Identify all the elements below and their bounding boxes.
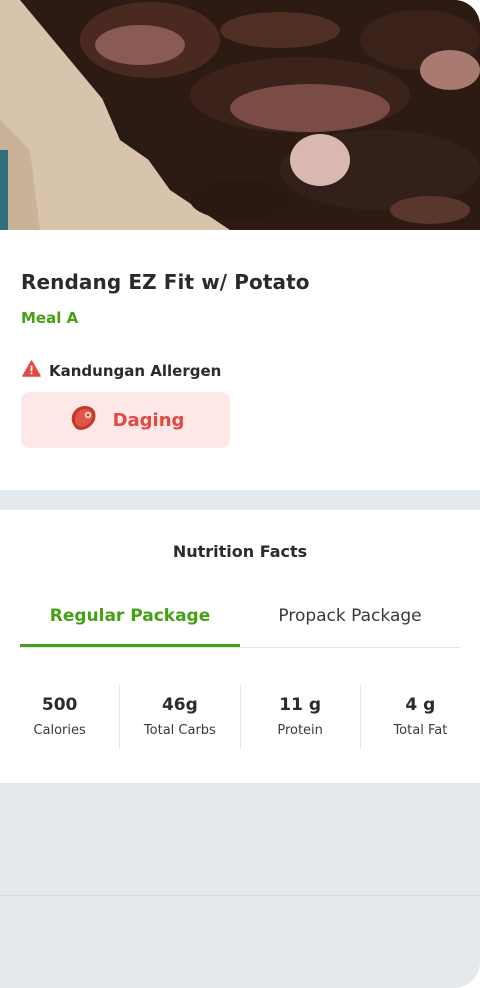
meal-title: Rendang EZ Fit w/ Potato — [21, 270, 310, 294]
nutrition-stats: 500 Calories 46g Total Carbs 11 g Protei… — [0, 685, 480, 749]
tab-propack-package[interactable]: Propack Package — [240, 590, 460, 644]
stat-label: Total Fat — [393, 723, 448, 738]
stat-protein: 11 g Protein — [241, 685, 361, 749]
stat-value: 4 g — [405, 695, 436, 715]
divider — [0, 895, 480, 896]
nutrition-card: Nutrition Facts Regular Package Propack … — [0, 510, 480, 783]
stat-calories: 500 Calories — [0, 685, 121, 749]
meal-detail-screen: Rendang EZ Fit w/ Potato Meal A Kandunga… — [0, 0, 480, 988]
allergen-heading-label: Kandungan Allergen — [49, 361, 222, 380]
package-tabs: Regular Package Propack Package — [20, 590, 460, 648]
stat-value: 46g — [161, 695, 198, 715]
stat-total-carbs: 46g Total Carbs — [120, 685, 241, 749]
meal-info-card: Rendang EZ Fit w/ Potato Meal A Kandunga… — [0, 230, 480, 490]
allergen-heading: Kandungan Allergen — [22, 360, 221, 381]
allergen-chip-label: Daging — [112, 409, 185, 431]
stat-label: Calories — [33, 723, 86, 738]
stat-value: 500 — [41, 695, 78, 715]
allergen-chip: Daging — [21, 392, 230, 448]
stat-total-fat: 4 g Total Fat — [361, 685, 480, 749]
tab-regular-package[interactable]: Regular Package — [20, 590, 240, 647]
meal-photo — [0, 0, 480, 230]
stat-value: 11 g — [279, 695, 321, 715]
stat-label: Protein — [277, 723, 323, 738]
stat-label: Total Carbs — [143, 723, 216, 738]
warning-icon — [22, 360, 41, 381]
meal-category: Meal A — [21, 309, 79, 327]
nutrition-title: Nutrition Facts — [172, 542, 308, 561]
meat-icon — [67, 402, 99, 438]
